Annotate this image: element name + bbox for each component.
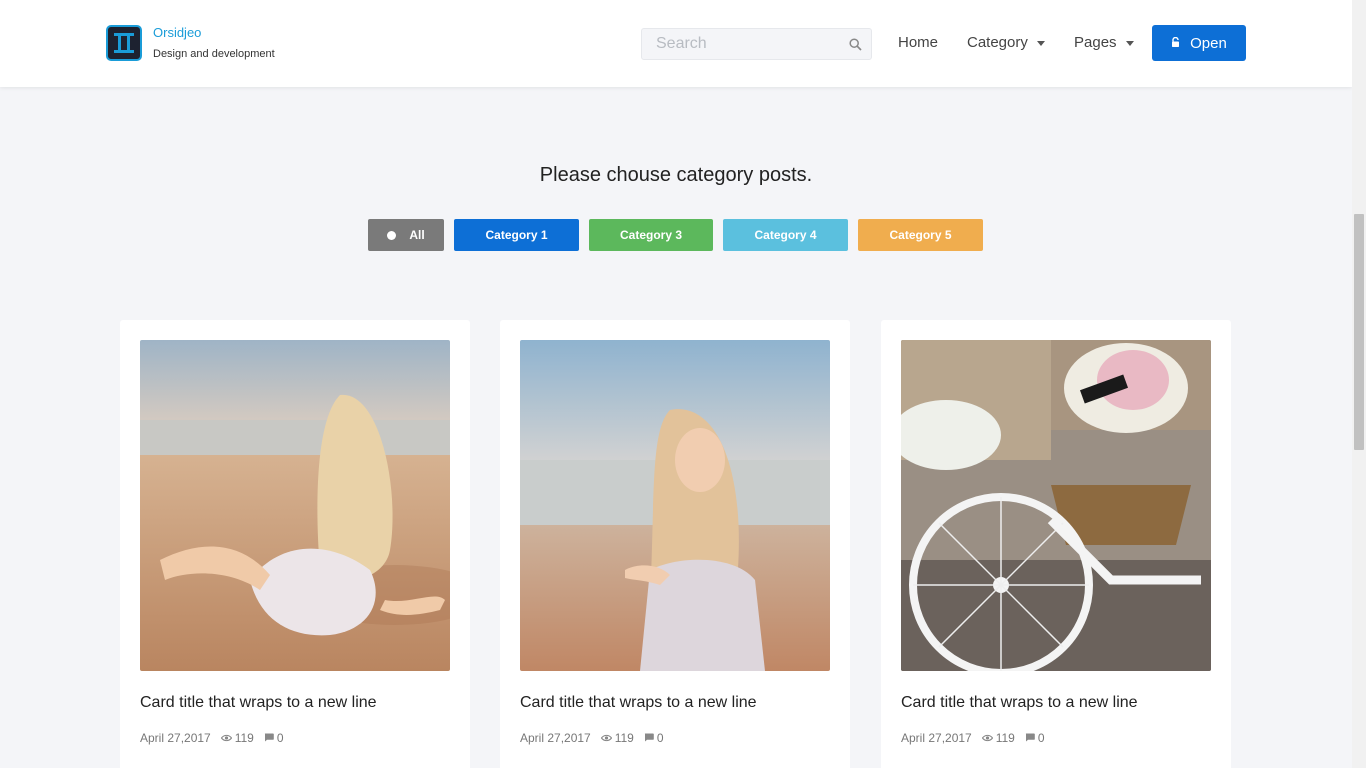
open-button-label: Open: [1190, 34, 1227, 52]
filter-all-button[interactable]: All: [368, 219, 444, 251]
post-image-beach-sitting[interactable]: [140, 340, 450, 671]
card-comments: 0: [1037, 731, 1045, 745]
brand-tagline: Design and development: [153, 48, 275, 60]
card-comments: 0: [656, 731, 664, 745]
post-image-bicycle-basket[interactable]: [901, 340, 1211, 671]
filter-label: Category 3: [619, 228, 683, 242]
filter-label: All: [409, 228, 425, 242]
card-title[interactable]: Card title that wraps to a new line: [520, 694, 757, 712]
card-date: April 27,2017: [520, 731, 591, 745]
eye-icon: [220, 731, 232, 745]
card-date: April 27,2017: [140, 731, 211, 745]
filter-label: Category 1: [485, 228, 548, 242]
post-card[interactable]: Card title that wraps to a new line Apri…: [120, 320, 470, 768]
filter-category-1-button[interactable]: Category 1: [454, 219, 579, 251]
nav-pages-label: Pages: [1074, 34, 1117, 51]
post-card[interactable]: Card title that wraps to a new line Apri…: [881, 320, 1231, 768]
comment-icon: [264, 731, 274, 745]
eye-icon: [981, 731, 993, 745]
nav-category-label: Category: [967, 34, 1028, 51]
card-title[interactable]: Card title that wraps to a new line: [901, 694, 1138, 712]
post-image-beach-smiling[interactable]: [520, 340, 830, 671]
filter-category-5-button[interactable]: Category 5: [858, 219, 983, 251]
filter-category-4-button[interactable]: Category 4: [723, 219, 848, 251]
filter-label: Category 4: [754, 228, 817, 242]
brand-name[interactable]: Orsidjeo: [153, 25, 275, 41]
card-views: 119: [614, 731, 634, 745]
open-button[interactable]: Open: [1152, 25, 1246, 61]
active-dot-icon: [387, 230, 397, 240]
search-input[interactable]: [642, 29, 832, 59]
card-title[interactable]: Card title that wraps to a new line: [140, 694, 377, 712]
filter-label: Category 5: [889, 228, 952, 242]
card-views: 119: [995, 731, 1015, 745]
brand[interactable]: Orsidjeo Design and development: [106, 25, 275, 61]
top-header: Orsidjeo Design and development Home Cat…: [0, 0, 1352, 87]
card-meta: April 27,2017 119 0: [520, 731, 664, 745]
filter-category-3-button[interactable]: Category 3: [589, 219, 713, 251]
lock-icon: [1171, 34, 1180, 51]
card-meta: April 27,2017 119 0: [140, 731, 284, 745]
card-meta: April 27,2017 119 0: [901, 731, 1045, 745]
card-comments: 0: [276, 731, 284, 745]
card-views: 119: [234, 731, 254, 745]
caret-down-icon: [1125, 41, 1134, 46]
search-icon[interactable]: [849, 38, 862, 56]
post-card[interactable]: Card title that wraps to a new line Apri…: [500, 320, 850, 768]
search-box: [641, 28, 872, 60]
nav-home-label: Home: [898, 34, 939, 51]
nav-category-dropdown[interactable]: Category: [967, 34, 1045, 51]
caret-down-icon: [1036, 41, 1045, 46]
category-prompt: Please chouse category posts.: [539, 164, 813, 186]
comment-icon: [1025, 731, 1035, 745]
nav-pages-dropdown[interactable]: Pages: [1074, 34, 1134, 51]
eye-icon: [600, 731, 612, 745]
category-filters: All Category 1 Category 3 Category 4 Cat…: [368, 219, 983, 251]
brand-logo-icon: [106, 25, 142, 61]
comment-icon: [644, 731, 654, 745]
scrollbar-thumb[interactable]: [1354, 214, 1364, 450]
card-date: April 27,2017: [901, 731, 972, 745]
nav-home[interactable]: Home: [898, 34, 938, 51]
